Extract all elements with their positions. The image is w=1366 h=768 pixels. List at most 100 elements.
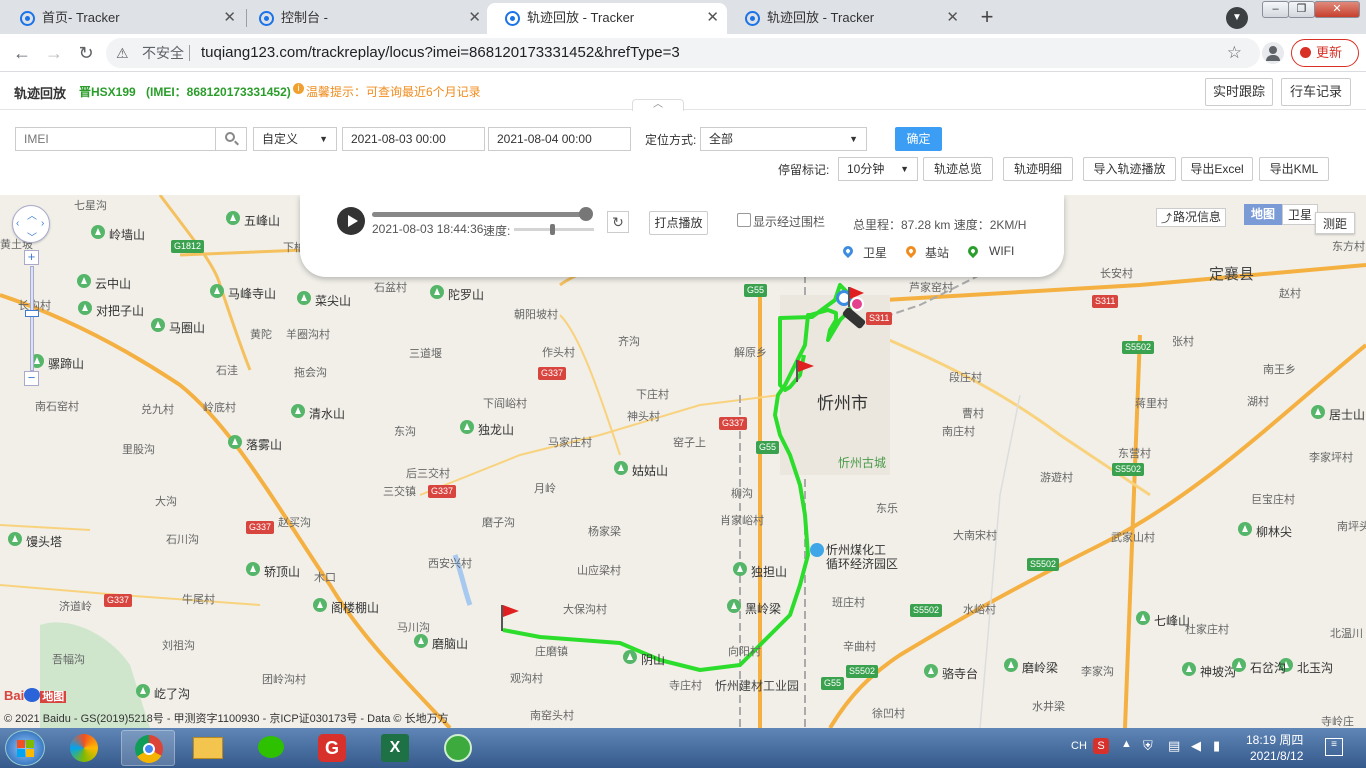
import-track-button[interactable]: 导入轨迹播放	[1083, 157, 1176, 181]
track-overview-button[interactable]: 轨迹总览	[923, 157, 993, 181]
speed-knob[interactable]	[550, 224, 555, 235]
locate-select[interactable]: 全部 ▼	[700, 127, 867, 151]
map-label: 大保沟村	[563, 604, 607, 616]
map-poi-mountain: 独担山	[733, 562, 787, 580]
pan-right-icon[interactable]: ›	[41, 218, 44, 229]
export-kml-button[interactable]: 导出KML	[1259, 157, 1329, 181]
pan-control[interactable]: ︿ ﹀ ‹ ›	[12, 205, 50, 244]
close-icon[interactable]: ✕	[468, 3, 481, 32]
zoom-slider[interactable]	[30, 266, 34, 371]
excel-icon[interactable]: X	[368, 730, 422, 766]
end-time-input[interactable]: 2021-08-04 00:00	[488, 127, 631, 151]
tab-search-icon[interactable]: ▼	[1226, 7, 1248, 29]
menu-dots-icon[interactable]: ⋮	[1361, 42, 1366, 64]
map-label: 七星沟	[74, 200, 107, 212]
progress-knob[interactable]	[579, 207, 593, 221]
export-excel-button[interactable]: 导出Excel	[1181, 157, 1253, 181]
progress-track[interactable]	[372, 207, 593, 221]
clock-date[interactable]: 2021/8/12	[1250, 749, 1303, 763]
tip-text: 温馨提示：可查询最近6个月记录	[306, 85, 481, 99]
speaker-icon[interactable]: ◀	[1191, 738, 1201, 754]
maximize-button[interactable]: ❐	[1288, 1, 1315, 18]
bookmark-star-icon[interactable]: ☆	[1227, 38, 1242, 68]
warning-icon[interactable]: ⚠	[116, 38, 129, 68]
app-green-icon[interactable]	[431, 730, 485, 766]
traffic-button[interactable]: ⤴ 路况信息	[1156, 208, 1226, 227]
zoom-out-button[interactable]: −	[24, 371, 39, 386]
confirm-button[interactable]: 确定	[895, 127, 942, 151]
map-poi-mountain: 姑姑山	[614, 461, 668, 479]
realtime-tracking-button[interactable]: 实时跟踪	[1205, 78, 1273, 106]
base-station-pin-icon	[903, 243, 919, 259]
start-button[interactable]	[5, 730, 45, 766]
pan-left-icon[interactable]: ‹	[16, 218, 19, 229]
signal-icon[interactable]: ▮	[1213, 738, 1220, 754]
app-360-icon[interactable]	[58, 730, 112, 766]
chrome-icon[interactable]	[121, 730, 175, 766]
pan-up-icon[interactable]: ︿	[27, 207, 37, 222]
map-label: 赵买沟	[278, 517, 311, 529]
page-title: 轨迹回放	[14, 86, 67, 101]
reload-icon[interactable]: ↻	[74, 41, 98, 65]
close-icon[interactable]: ✕	[706, 3, 719, 32]
pan-down-icon[interactable]: ﹀	[27, 229, 37, 244]
url-field[interactable]: ⚠ 不安全 tuqiang123.com/trackreplay/locus?i…	[106, 38, 1260, 68]
url-text[interactable]: tuqiang123.com/trackreplay/locus?imei=86…	[201, 38, 680, 68]
map-label: 忻州古城	[838, 456, 887, 470]
app-red-icon[interactable]: G	[305, 730, 359, 766]
collapse-toggle[interactable]: ︿	[632, 99, 684, 111]
replay-icon[interactable]: ↻	[607, 211, 629, 233]
tracker-favicon-icon	[20, 11, 35, 26]
imei-input[interactable]	[15, 127, 216, 151]
clock-time[interactable]: 18:19 周四	[1246, 731, 1303, 748]
track-detail-button[interactable]: 轨迹明细	[1003, 157, 1073, 181]
profile-avatar-icon[interactable]	[1262, 42, 1284, 64]
range-select[interactable]: 自定义 ▼	[253, 127, 337, 151]
wechat-icon[interactable]	[244, 730, 298, 766]
show-fence-checkbox[interactable]	[737, 213, 751, 227]
driving-record-button[interactable]: 行车记录	[1281, 78, 1351, 106]
update-button[interactable]: 更新	[1291, 39, 1359, 67]
update-label: 更新	[1316, 45, 1343, 60]
start-time-input[interactable]: 2021-08-03 00:00	[342, 127, 485, 151]
map-label: 里股沟	[122, 444, 155, 456]
ime-icon[interactable]: S	[1093, 738, 1109, 754]
tray-expand-icon[interactable]: ▲	[1121, 738, 1132, 750]
speed-slider[interactable]	[514, 224, 594, 235]
network-tray-icon[interactable]: ▤	[1168, 738, 1180, 754]
new-tab-button[interactable]: +	[975, 6, 999, 30]
map-label: 南石窑村	[35, 401, 79, 413]
map-label: 下阎峪村	[483, 398, 527, 410]
map-label: 游遊村	[1040, 472, 1073, 484]
play-button[interactable]	[337, 207, 365, 235]
map-label: 月岭	[534, 483, 556, 495]
zoom-in-button[interactable]: +	[24, 250, 39, 265]
tab-home[interactable]: 首页- Tracker ✕	[2, 3, 244, 34]
ranging-button[interactable]: 测距	[1315, 212, 1355, 234]
tab-trackreplay[interactable]: 轨迹回放 - Tracker ✕	[727, 3, 967, 34]
close-icon[interactable]: ✕	[946, 3, 959, 32]
map-poi-mountain: 马圈山	[151, 318, 205, 336]
notification-icon[interactable]: ≡	[1325, 738, 1343, 756]
stop-mark-select[interactable]: 10分钟 ▼	[838, 157, 918, 181]
input-language[interactable]: CH	[1071, 740, 1087, 752]
forward-icon[interactable]: →	[42, 41, 66, 65]
map-label: 观沟村	[510, 673, 543, 685]
map-poi-mountain: 骡蹄山	[30, 354, 84, 372]
tab-console[interactable]: 控制台 - ✕	[241, 3, 489, 34]
map-type-satellite-button[interactable]: 卫星	[1282, 204, 1318, 225]
tab-trackreplay-active[interactable]: 轨迹回放 - Tracker ✕	[487, 3, 727, 34]
window-close-button[interactable]: ✕	[1314, 1, 1360, 18]
map-view[interactable]: G1812 G55 G55 G55 G337 G337 G337 G337 G3…	[0, 195, 1366, 728]
security-tray-icon[interactable]: ⛨	[1143, 738, 1153, 754]
file-explorer-icon[interactable]	[181, 730, 235, 766]
minimize-button[interactable]: –	[1262, 1, 1289, 18]
dot-play-button[interactable]: 打点播放	[649, 211, 708, 235]
map-type-map-button[interactable]: 地图	[1244, 204, 1282, 225]
close-icon[interactable]: ✕	[223, 3, 236, 32]
back-icon[interactable]: ←	[10, 41, 34, 65]
security-label[interactable]: 不安全	[142, 38, 184, 68]
imei-search-button[interactable]	[215, 127, 247, 151]
zoom-knob[interactable]	[25, 310, 39, 317]
map-label: 东营村	[1118, 448, 1151, 460]
